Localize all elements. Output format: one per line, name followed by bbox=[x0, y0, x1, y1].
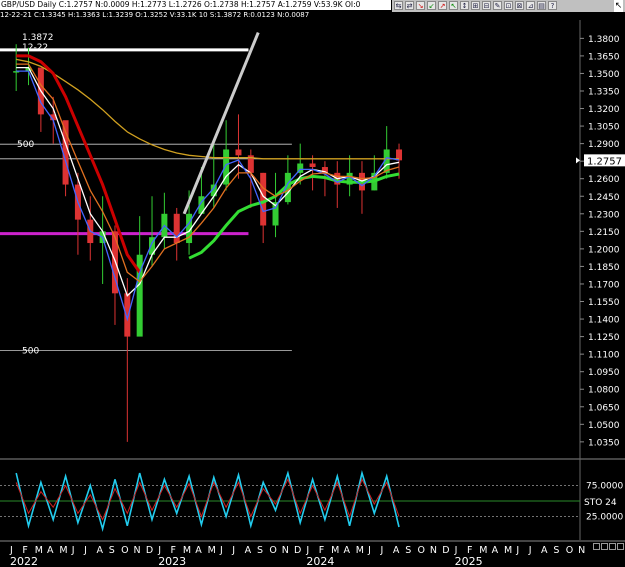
moving-average-line-4 bbox=[16, 70, 400, 322]
month-tick-label: S bbox=[109, 545, 115, 556]
window-buttons bbox=[593, 543, 624, 550]
high-value-label: 1.3872 bbox=[22, 33, 54, 43]
price-tick-label: 1.0500 bbox=[588, 421, 620, 431]
candle-body bbox=[309, 163, 316, 168]
price-tick-label: 1.1250 bbox=[588, 333, 620, 343]
lower-line-label: 500 bbox=[22, 347, 39, 357]
last-price-label: 1.2757 bbox=[587, 156, 622, 167]
month-tick-label: M bbox=[59, 545, 67, 556]
month-tick-label: N bbox=[430, 545, 437, 556]
stochastic-level-label: 75.0000 bbox=[586, 482, 623, 492]
month-tick-label: O bbox=[269, 545, 276, 556]
month-tick-label: A bbox=[96, 545, 103, 556]
month-tick-label: N bbox=[282, 545, 289, 556]
candle-body bbox=[260, 172, 267, 226]
month-tick-label: J bbox=[528, 545, 532, 556]
month-tick-label: D bbox=[442, 545, 449, 556]
candle-body bbox=[235, 149, 242, 156]
price-tick-label: 1.3800 bbox=[588, 35, 620, 45]
month-tick-label: J bbox=[71, 545, 75, 556]
price-tick-label: 1.2000 bbox=[588, 245, 620, 255]
stochastic-level-label: 25.0000 bbox=[586, 513, 623, 523]
year-tick-label: 2023 bbox=[158, 555, 186, 567]
price-tick-label: 1.1400 bbox=[588, 316, 620, 326]
month-tick-label: A bbox=[393, 545, 400, 556]
window-button-1[interactable] bbox=[593, 543, 600, 550]
month-tick-label: N bbox=[134, 545, 141, 556]
price-tick-label: 1.2900 bbox=[588, 140, 620, 150]
month-tick-label: S bbox=[553, 545, 559, 556]
price-tick-label: 1.3200 bbox=[588, 105, 620, 115]
last-price-arrow bbox=[576, 157, 580, 164]
price-tick-label: 1.3500 bbox=[588, 70, 620, 80]
month-tick-label: J bbox=[380, 545, 384, 556]
month-tick-label: M bbox=[504, 545, 512, 556]
month-tick-label: J bbox=[83, 545, 87, 556]
month-tick-label: A bbox=[492, 545, 499, 556]
month-tick-label: M bbox=[208, 545, 216, 556]
stochastic-label: STO 24 bbox=[584, 498, 617, 508]
moving-average-line-2 bbox=[188, 172, 400, 260]
month-tick-label: A bbox=[195, 545, 202, 556]
price-tick-label: 1.2300 bbox=[588, 210, 620, 220]
month-tick-label: D bbox=[146, 545, 153, 556]
window-button-3[interactable] bbox=[609, 543, 616, 550]
moving-average-line-5 bbox=[16, 63, 400, 283]
month-tick-label: S bbox=[405, 545, 411, 556]
month-tick-label: A bbox=[343, 545, 350, 556]
price-tick-label: 1.0950 bbox=[588, 368, 620, 378]
price-tick-label: 1.2450 bbox=[588, 193, 620, 203]
month-tick-label: J bbox=[367, 545, 371, 556]
price-tick-label: 1.1850 bbox=[588, 263, 620, 273]
trendline bbox=[182, 31, 260, 215]
month-tick-label: N bbox=[578, 545, 585, 556]
year-tick-label: 2022 bbox=[10, 555, 38, 567]
high-date-label: 12-22 bbox=[22, 43, 48, 53]
window-button-2[interactable] bbox=[601, 543, 608, 550]
price-tick-label: 1.2600 bbox=[588, 175, 620, 185]
month-tick-label: M bbox=[356, 545, 364, 556]
month-tick-label: A bbox=[47, 545, 54, 556]
month-tick-label: A bbox=[245, 545, 252, 556]
candle-body bbox=[173, 213, 180, 244]
candle-body bbox=[124, 293, 131, 337]
price-chart[interactable]: 1.3800 1.3650 1.3500 1.3350 1.3200 1.3050 1.29… bbox=[0, 0, 625, 567]
price-tick-label: 1.0650 bbox=[588, 403, 620, 413]
price-tick-label: 1.1550 bbox=[588, 298, 620, 308]
price-tick-label: 1.0800 bbox=[588, 386, 620, 396]
month-tick-label: J bbox=[515, 545, 519, 556]
window-button-4[interactable] bbox=[617, 543, 624, 550]
month-tick-label: J bbox=[219, 545, 223, 556]
price-tick-label: 1.1100 bbox=[588, 351, 620, 361]
year-tick-label: 2024 bbox=[306, 555, 334, 567]
month-tick-label: S bbox=[257, 545, 263, 556]
year-tick-label: 2025 bbox=[455, 555, 483, 567]
month-tick-label: D bbox=[294, 545, 301, 556]
month-tick-label: O bbox=[566, 545, 573, 556]
price-tick-label: 1.0350 bbox=[588, 438, 620, 448]
price-tick-label: 1.3650 bbox=[588, 52, 620, 62]
price-tick-label: 1.3350 bbox=[588, 87, 620, 97]
month-tick-label: O bbox=[121, 545, 128, 556]
month-tick-label: O bbox=[418, 545, 425, 556]
price-tick-label: 1.3050 bbox=[588, 123, 620, 133]
price-tick-label: 1.2150 bbox=[588, 228, 620, 238]
upper-line-label: 500 bbox=[17, 140, 34, 150]
price-tick-label: 1.1700 bbox=[588, 280, 620, 290]
month-tick-label: J bbox=[231, 545, 235, 556]
month-tick-label: A bbox=[541, 545, 548, 556]
